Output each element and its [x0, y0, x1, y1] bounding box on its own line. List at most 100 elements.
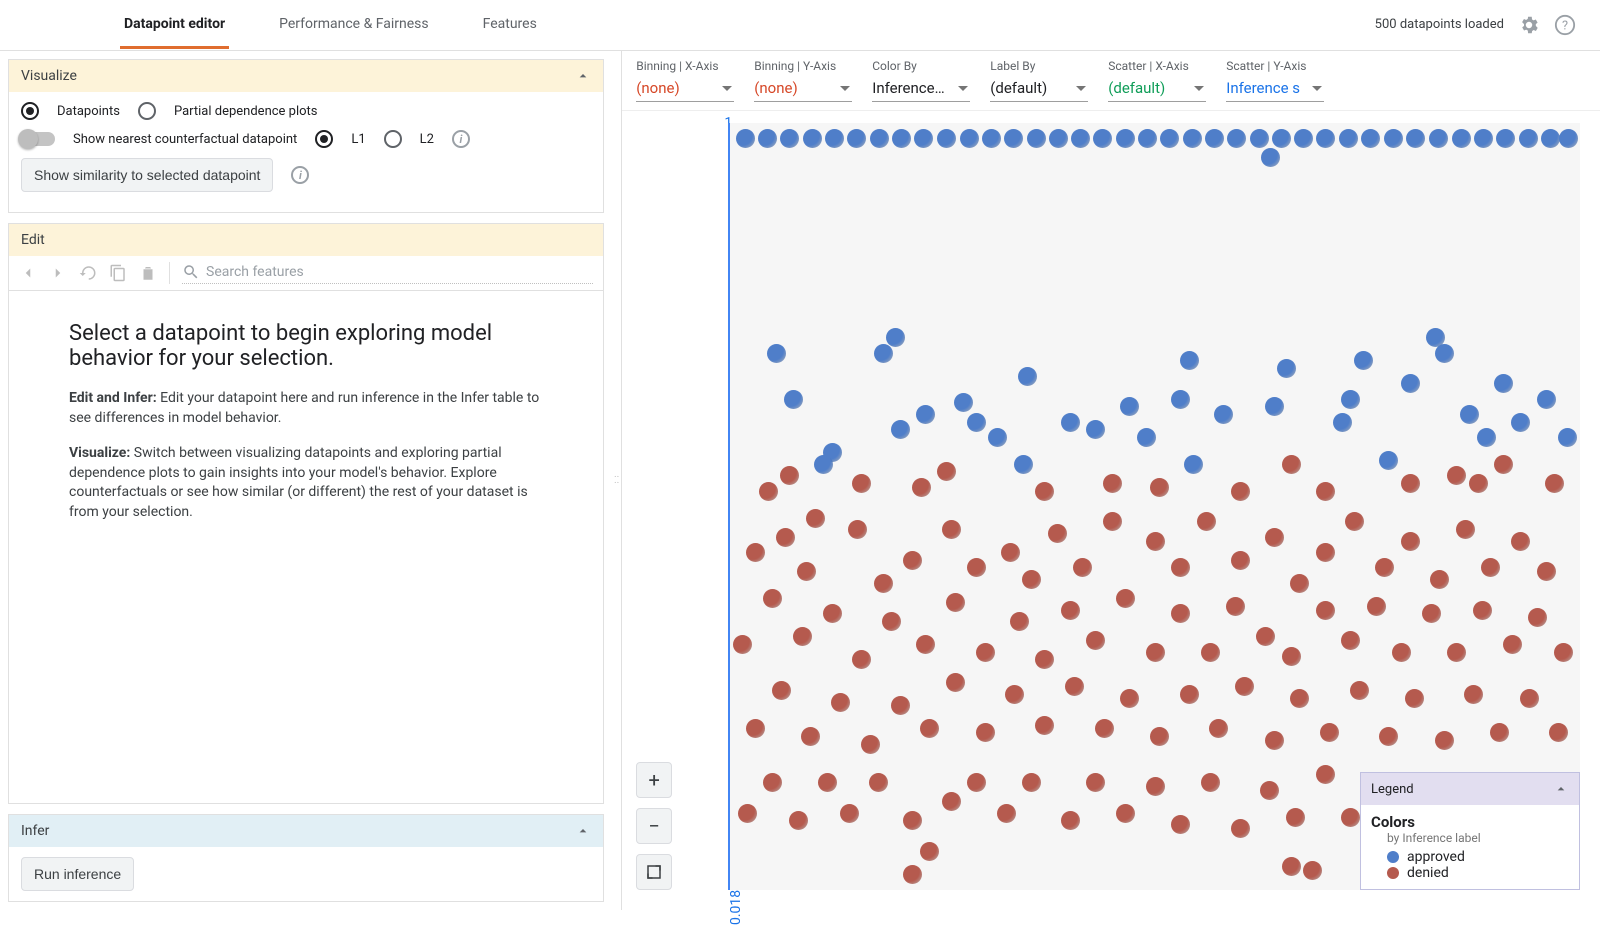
data-point[interactable]	[1073, 558, 1092, 577]
data-point[interactable]	[1456, 520, 1475, 539]
data-point[interactable]	[1184, 455, 1203, 474]
chevron-up-icon[interactable]	[575, 823, 591, 839]
data-point[interactable]	[825, 129, 844, 148]
data-point[interactable]	[1018, 367, 1037, 386]
data-point[interactable]	[1303, 861, 1322, 880]
bin-y-dropdown[interactable]: (none)	[754, 77, 852, 102]
data-point[interactable]	[1171, 390, 1190, 409]
data-point[interactable]	[916, 635, 935, 654]
data-point[interactable]	[1481, 558, 1500, 577]
data-point[interactable]	[1452, 129, 1471, 148]
tab-performance-fairness[interactable]: Performance & Fairness	[275, 0, 433, 49]
data-point[interactable]	[1061, 601, 1080, 620]
data-point[interactable]	[1116, 129, 1135, 148]
tab-features[interactable]: Features	[479, 0, 541, 49]
data-point[interactable]	[746, 719, 765, 738]
data-point[interactable]	[758, 129, 777, 148]
data-point[interactable]	[1294, 129, 1313, 148]
data-point[interactable]	[946, 593, 965, 612]
data-point[interactable]	[1180, 685, 1199, 704]
data-point[interactable]	[1235, 677, 1254, 696]
data-point[interactable]	[988, 428, 1007, 447]
gear-icon[interactable]	[1518, 14, 1540, 36]
data-point[interactable]	[823, 604, 842, 623]
copy-icon[interactable]	[109, 264, 127, 282]
data-point[interactable]	[892, 129, 911, 148]
data-point[interactable]	[1035, 482, 1054, 501]
data-point[interactable]	[1061, 413, 1080, 432]
data-point[interactable]	[847, 129, 866, 148]
data-point[interactable]	[1227, 129, 1246, 148]
data-point[interactable]	[1171, 604, 1190, 623]
data-point[interactable]	[1460, 405, 1479, 424]
data-point[interactable]	[1496, 129, 1515, 148]
data-point[interactable]	[1447, 643, 1466, 662]
radio-l2[interactable]	[384, 130, 402, 148]
data-point[interactable]	[1282, 647, 1301, 666]
data-point[interactable]	[976, 643, 995, 662]
scatter-y-dropdown[interactable]: Inference s	[1226, 77, 1324, 102]
data-point[interactable]	[797, 562, 816, 581]
data-point[interactable]	[1549, 723, 1568, 742]
data-point[interactable]	[1231, 482, 1250, 501]
data-point[interactable]	[1086, 420, 1105, 439]
radio-pdp[interactable]	[138, 102, 156, 120]
data-point[interactable]	[763, 589, 782, 608]
data-point[interactable]	[784, 390, 803, 409]
data-point[interactable]	[1095, 719, 1114, 738]
data-point[interactable]	[891, 696, 910, 715]
data-point[interactable]	[1277, 359, 1296, 378]
data-point[interactable]	[759, 482, 778, 501]
data-point[interactable]	[1474, 129, 1493, 148]
data-point[interactable]	[1422, 604, 1441, 623]
data-point[interactable]	[733, 635, 752, 654]
data-point[interactable]	[1379, 727, 1398, 746]
data-point[interactable]	[1103, 512, 1122, 531]
data-point[interactable]	[814, 455, 833, 474]
data-point[interactable]	[1022, 773, 1041, 792]
data-point[interactable]	[1537, 390, 1556, 409]
data-point[interactable]	[954, 393, 973, 412]
data-point[interactable]	[1035, 716, 1054, 735]
tab-datapoint-editor[interactable]: Datapoint editor	[120, 0, 229, 49]
data-point[interactable]	[1137, 428, 1156, 447]
data-point[interactable]	[912, 478, 931, 497]
chevron-up-icon[interactable]	[575, 68, 591, 84]
data-point[interactable]	[1005, 685, 1024, 704]
data-point[interactable]	[942, 792, 961, 811]
data-point[interactable]	[967, 558, 986, 577]
data-point[interactable]	[1265, 528, 1284, 547]
data-point[interactable]	[1120, 689, 1139, 708]
data-point[interactable]	[1520, 689, 1539, 708]
info-icon[interactable]: i	[452, 130, 470, 148]
data-point[interactable]	[806, 509, 825, 528]
data-point[interactable]	[1116, 804, 1135, 823]
data-point[interactable]	[874, 574, 893, 593]
data-point[interactable]	[967, 413, 986, 432]
data-point[interactable]	[1180, 351, 1199, 370]
data-point[interactable]	[1035, 650, 1054, 669]
data-point[interactable]	[1201, 773, 1220, 792]
data-point[interactable]	[1065, 677, 1084, 696]
radio-l1[interactable]	[315, 130, 333, 148]
data-point[interactable]	[1150, 727, 1169, 746]
data-point[interactable]	[1261, 148, 1280, 167]
data-point[interactable]	[1559, 129, 1578, 148]
data-point[interactable]	[1545, 474, 1564, 493]
data-point[interactable]	[1316, 482, 1335, 501]
data-point[interactable]	[1384, 129, 1403, 148]
scatter-x-dropdown[interactable]: (default)	[1108, 77, 1206, 102]
data-point[interactable]	[1201, 643, 1220, 662]
data-point[interactable]	[1350, 681, 1369, 700]
data-point[interactable]	[1541, 129, 1560, 148]
data-point[interactable]	[1406, 129, 1425, 148]
data-point[interactable]	[946, 673, 965, 692]
data-point[interactable]	[848, 520, 867, 539]
data-point[interactable]	[1086, 631, 1105, 650]
data-point[interactable]	[1048, 524, 1067, 543]
data-point[interactable]	[1265, 397, 1284, 416]
data-point[interactable]	[1086, 773, 1105, 792]
data-point[interactable]	[803, 129, 822, 148]
search-input[interactable]: Search features	[206, 264, 304, 280]
data-point[interactable]	[942, 520, 961, 539]
